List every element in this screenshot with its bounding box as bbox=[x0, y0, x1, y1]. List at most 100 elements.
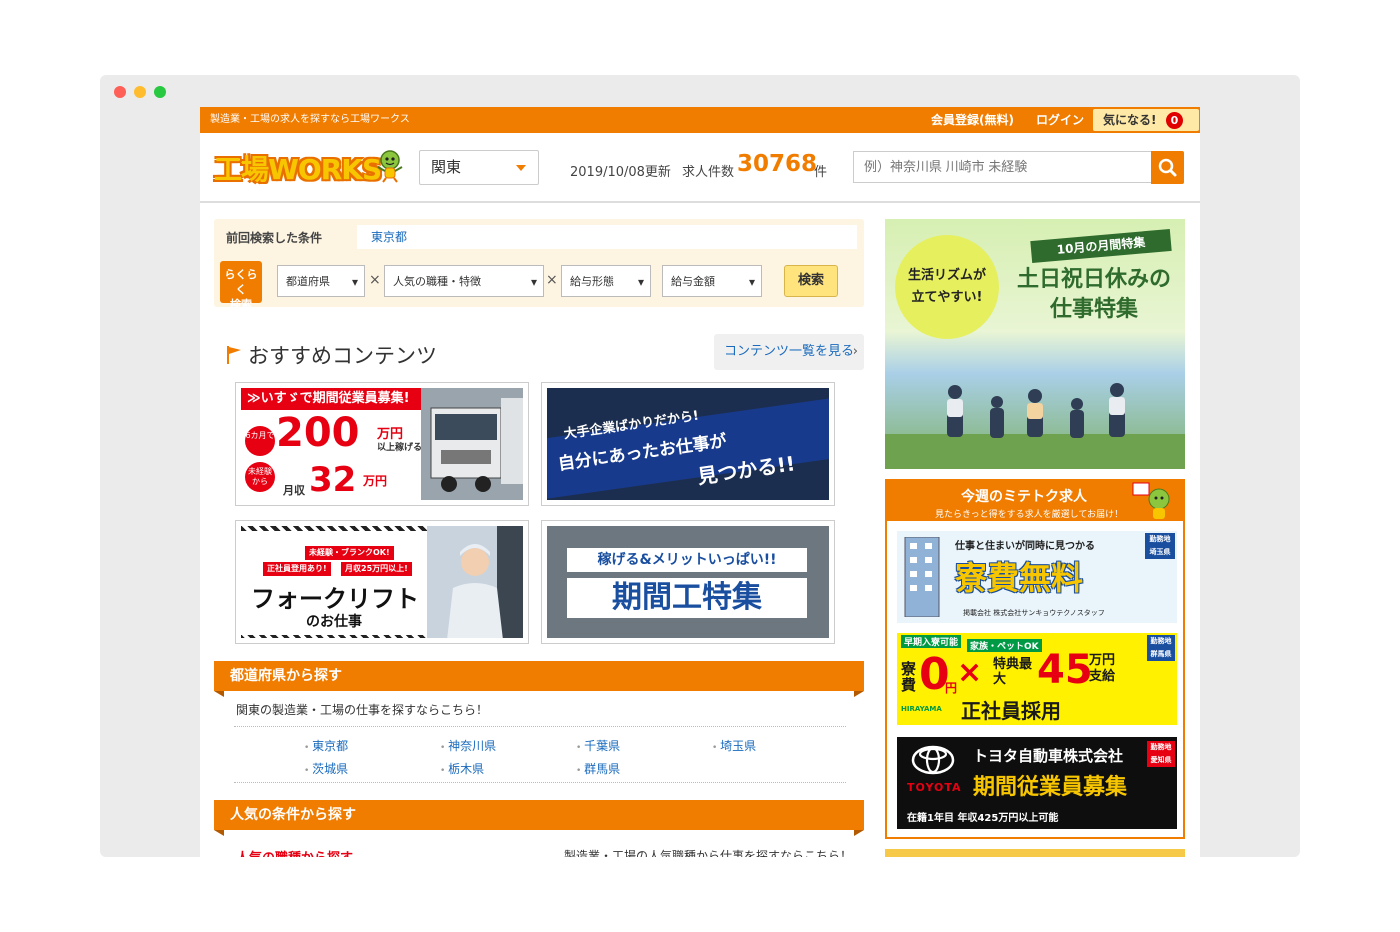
ryohi-big: 寮費無料 bbox=[955, 559, 1084, 597]
popular-jobs-lead: 製造業・工場の人気職種から仕事を探すならこちら！ bbox=[564, 849, 853, 857]
mascot-icon bbox=[1132, 482, 1170, 519]
hirayama-amount: 45 bbox=[1037, 647, 1093, 693]
hirayama-times: × bbox=[957, 655, 983, 690]
quick-search-button[interactable]: 検索 bbox=[784, 265, 838, 297]
weekly-recommend-subtitle: 見たらきっと得をする求人を厳選してお届け！ bbox=[935, 510, 1124, 520]
monthly-feature-banner[interactable]: 生活リズムが 立てやすい! 10月の月間特集 土日祝日休みの 仕事特集 bbox=[885, 219, 1185, 469]
browser-titlebar bbox=[100, 75, 1300, 107]
forklift-title: フォークリフト bbox=[251, 585, 419, 613]
region-select[interactable]: 関東 bbox=[419, 150, 539, 185]
isuzu-monthly-unit: 万円 bbox=[363, 474, 388, 488]
hazard-stripe bbox=[241, 635, 431, 638]
prefecture-link-gunma[interactable]: 群馬県 bbox=[576, 760, 620, 777]
previous-search-label: 前回検索した条件 bbox=[226, 231, 323, 245]
building-image bbox=[904, 537, 940, 617]
divider bbox=[234, 782, 846, 783]
divider bbox=[234, 726, 846, 727]
chevron-down-icon bbox=[516, 165, 526, 171]
weekly-recommend-panel: 今週のミテトク求人 見たらきっと得をする求人を厳選してお届け！ 仕事と住まいが同… bbox=[885, 479, 1185, 839]
quick-search-badge-line1: らくらく bbox=[224, 268, 258, 296]
ryohi-company: 掲載会社 株式会社サンキョウテクノスタッフ bbox=[963, 609, 1105, 617]
login-link[interactable]: ログイン bbox=[1036, 107, 1084, 133]
isuzu-inexperienced-badge: 未経験から bbox=[245, 462, 275, 492]
prefecture-link-chiba[interactable]: 千葉県 bbox=[576, 737, 620, 754]
keyword-search-input[interactable] bbox=[853, 151, 1151, 183]
site-logo[interactable]: 工場WORKS bbox=[214, 148, 382, 188]
hirayama-yen: 円 bbox=[945, 681, 958, 695]
register-link[interactable]: 会員登録(無料) bbox=[931, 107, 1014, 133]
ryohi-line1: 仕事と住まいが同時に見つかる bbox=[955, 541, 1095, 552]
toyota-brand: TOYOTA bbox=[907, 781, 962, 794]
hirayama-banner[interactable]: 早期入寮可能 家族・ペットOK 寮費 0 円 × 特典最大 45 万円支給 HI… bbox=[897, 633, 1177, 725]
popular-section-header: 人気の条件から探す bbox=[214, 800, 864, 836]
hirayama-tag2: 家族・ペットOK bbox=[967, 639, 1042, 652]
ryohi-muryo-banner[interactable]: 仕事と住まいが同時に見つかる 寮費無料 掲載会社 株式会社サンキョウテクノスタッ… bbox=[897, 531, 1177, 623]
isuzu-months-badge: 6カ月で bbox=[245, 426, 275, 456]
forklift-subtitle: のお仕事 bbox=[306, 614, 362, 630]
worker-photo bbox=[427, 526, 523, 638]
prefecture-link-kanagawa[interactable]: 神奈川県 bbox=[440, 737, 496, 754]
prefecture-lead: 関東の製造業・工場の仕事を探すならこちら！ bbox=[236, 703, 489, 717]
kikanko-line1: 稼げる&メリットいっぱい!! bbox=[567, 548, 807, 572]
isuzu-monthly-label: 月収 bbox=[283, 484, 305, 497]
forklift-badge-employment: 正社員登用あり! bbox=[263, 562, 331, 576]
close-window-icon[interactable] bbox=[114, 86, 126, 98]
search-icon bbox=[1158, 158, 1177, 177]
jobs-count: 30768 bbox=[737, 151, 818, 177]
jobs-count-label: 求人件数 bbox=[682, 165, 735, 180]
salary-amount-select[interactable]: 給与金額 bbox=[662, 265, 762, 298]
forklift-badge-salary: 月収25万円以上! bbox=[341, 562, 412, 576]
hirayama-unit: 万円支給 bbox=[1089, 653, 1116, 684]
kikanko-banner[interactable]: 稼げる&メリットいっぱい!! 期間工特集 bbox=[541, 520, 835, 644]
flag-icon bbox=[227, 346, 241, 364]
top-bar: 製造業・工場の求人を探すなら工場ワークス 会員登録(無料) ログイン 気になる!… bbox=[200, 107, 1200, 133]
isuzu-banner[interactable]: ≫いすゞで期間従業員募集! 6カ月で 200 万円 以上稼げる 未経験から 月収… bbox=[235, 382, 529, 506]
next-banner-edge bbox=[885, 849, 1185, 857]
jobs-count-unit: 件 bbox=[814, 165, 828, 180]
prefecture-link-tokyo[interactable]: 東京都 bbox=[304, 737, 348, 754]
maximize-window-icon[interactable] bbox=[154, 86, 166, 98]
feature-badge: 生活リズムが 立てやすい! bbox=[895, 235, 999, 339]
truck-image bbox=[421, 388, 523, 500]
toyota-banner[interactable]: TOYOTA トヨタ自動車株式会社 期間従業員募集 在籍1年目 年収425万円以… bbox=[897, 737, 1177, 829]
job-type-select[interactable]: 人気の職種・特徴 bbox=[384, 265, 544, 298]
page-viewport: 製造業・工場の求人を探すなら工場ワークス 会員登録(無料) ログイン 気になる!… bbox=[200, 107, 1200, 857]
family-photo bbox=[885, 383, 1185, 469]
prefecture-select[interactable]: 都道府県 bbox=[277, 265, 365, 298]
chevron-right-icon: › bbox=[852, 344, 858, 359]
isuzu-monthly-amount: 32 bbox=[309, 460, 357, 500]
favorites-button[interactable]: 気になる! 0 bbox=[1093, 109, 1199, 131]
prefecture-link-tochigi[interactable]: 栃木県 bbox=[440, 760, 484, 777]
hirayama-seishain: 正社員採用 bbox=[961, 699, 1061, 723]
prefecture-section-header: 都道府県から探す bbox=[214, 661, 864, 697]
hirayama-location-badge: 勤務地 群馬県 bbox=[1147, 635, 1175, 661]
weekly-recommend-header: 今週のミテトク求人 見たらきっと得をする求人を厳選してお届け！ bbox=[887, 481, 1183, 521]
isuzu-banner-header: ≫いすゞで期間従業員募集! bbox=[241, 388, 437, 410]
feature-title: 土日祝日休みの 仕事特集 bbox=[1005, 265, 1183, 325]
bigcorp-banner[interactable]: 大手企業ばかりだから! 自分にあったお仕事が 見つかる!! bbox=[541, 382, 835, 506]
quick-search-badge: らくらく 検索 bbox=[220, 261, 262, 311]
minimize-window-icon[interactable] bbox=[134, 86, 146, 98]
weekly-recommend-title: 今週のミテトク求人 bbox=[961, 489, 1087, 505]
hirayama-tag1: 早期入寮可能 bbox=[901, 635, 962, 648]
forklift-banner[interactable]: 未経験・ブランクOK! 正社員登用あり! 月収25万円以上! フォークリフト の… bbox=[235, 520, 529, 644]
prefecture-link-saitama[interactable]: 埼玉県 bbox=[712, 737, 756, 754]
previous-search-panel: 前回検索した条件 東京都 らくらく 検索 都道府県 × 人気の職種・特徴 × 給… bbox=[214, 219, 864, 311]
previous-search-value[interactable]: 東京都 bbox=[357, 225, 857, 249]
region-select-value: 関東 bbox=[431, 158, 462, 176]
prefecture-link-ibaraki[interactable]: 茨城県 bbox=[304, 760, 348, 777]
search-button[interactable] bbox=[1151, 151, 1184, 184]
site-tagline: 製造業・工場の求人を探すなら工場ワークス bbox=[210, 114, 410, 125]
favorites-label: 気になる! bbox=[1103, 113, 1157, 127]
feature-title-line1: 土日祝日休みの bbox=[1016, 267, 1171, 292]
recommended-title: おすすめコンテンツ bbox=[248, 344, 437, 368]
salary-type-select[interactable]: 給与形態 bbox=[561, 265, 651, 298]
feature-badge-line2: 立てやすい! bbox=[911, 290, 983, 305]
hirayama-bonus: 特典最大 bbox=[993, 657, 1033, 687]
feature-ribbon: 10月の月間特集 bbox=[1030, 228, 1172, 264]
content-list-link[interactable]: コンテンツ一覧を見る › bbox=[714, 334, 864, 370]
hazard-stripe bbox=[241, 526, 431, 531]
isuzu-amount: 200 bbox=[276, 410, 360, 456]
site-header: 工場WORKS 関東 2019/10/08更新 求人件数 30768 件 bbox=[200, 133, 1200, 203]
hirayama-brand: HIRAYAMA bbox=[901, 705, 942, 713]
